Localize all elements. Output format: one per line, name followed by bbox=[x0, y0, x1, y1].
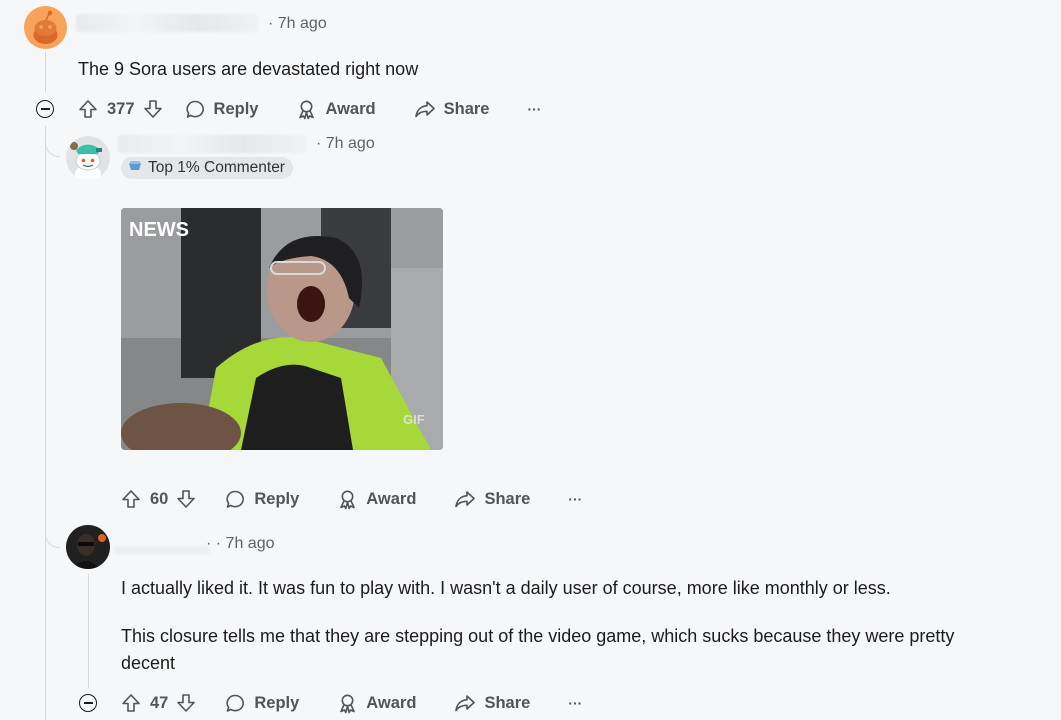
downvote-icon[interactable] bbox=[176, 693, 196, 713]
avatar[interactable] bbox=[24, 6, 67, 49]
downvote-icon[interactable] bbox=[143, 99, 163, 119]
comment-actions: 47 Reply Award Share ··· bbox=[121, 688, 582, 718]
more-dots-icon[interactable]: ··· bbox=[527, 101, 541, 117]
gif-image[interactable]: NEWS GIF bbox=[121, 208, 443, 450]
comment-body: The 9 Sora users are devastated right no… bbox=[78, 59, 419, 79]
vote-count: 60 bbox=[150, 489, 169, 508]
collapse-minus-icon[interactable] bbox=[36, 100, 54, 118]
thread-connector bbox=[45, 134, 60, 157]
comment-actions: 377 Reply Award Share ··· bbox=[78, 94, 541, 124]
upvote-icon[interactable] bbox=[121, 693, 141, 713]
username-redacted[interactable] bbox=[76, 14, 258, 32]
comment-paragraph: This closure tells me that they are step… bbox=[121, 626, 955, 673]
comment-actions: 60 Reply Award Share ··· bbox=[121, 484, 582, 514]
gif-watermark: NEWS bbox=[129, 219, 189, 241]
reply-bubble-icon bbox=[225, 693, 246, 714]
vote-count: 377 bbox=[107, 99, 135, 118]
reply-button[interactable]: Reply bbox=[225, 693, 299, 714]
gif-tag: GIF bbox=[403, 412, 425, 427]
thread-line-main bbox=[45, 52, 46, 92]
username-redacted[interactable] bbox=[118, 135, 306, 153]
downvote-icon[interactable] bbox=[176, 489, 196, 509]
username-redacted[interactable] bbox=[114, 546, 210, 554]
more-dots-icon[interactable]: ··· bbox=[568, 491, 582, 507]
more-dots-icon[interactable]: ··· bbox=[568, 695, 582, 711]
thread-line-reply bbox=[88, 574, 89, 688]
award-button[interactable]: Award bbox=[296, 99, 376, 120]
flair-badge: Top 1% Commenter bbox=[121, 157, 293, 179]
award-button[interactable]: Award bbox=[337, 693, 416, 714]
reply-bubble-icon bbox=[185, 99, 206, 120]
share-button[interactable]: Share bbox=[414, 99, 489, 119]
avatar[interactable] bbox=[66, 525, 110, 569]
upvote-icon[interactable] bbox=[121, 489, 141, 509]
award-icon bbox=[337, 489, 358, 510]
thread-connector bbox=[45, 523, 60, 548]
comment-timestamp: · 7h ago bbox=[268, 15, 327, 32]
comment-timestamp: · · 7h ago bbox=[206, 535, 275, 552]
upvote-icon[interactable] bbox=[78, 99, 98, 119]
award-icon bbox=[296, 99, 317, 120]
share-arrow-icon bbox=[454, 489, 476, 509]
award-icon bbox=[337, 693, 358, 714]
share-button[interactable]: Share bbox=[454, 489, 530, 509]
commenter-badge-icon bbox=[128, 159, 142, 177]
comment-timestamp: · 7h ago bbox=[316, 135, 375, 152]
comment-paragraph: I actually liked it. It was fun to play … bbox=[121, 578, 891, 598]
avatar[interactable] bbox=[66, 136, 110, 180]
reply-bubble-icon bbox=[225, 489, 246, 510]
award-button[interactable]: Award bbox=[337, 489, 416, 510]
share-arrow-icon bbox=[454, 693, 476, 713]
reply-button[interactable]: Reply bbox=[225, 489, 299, 510]
share-arrow-icon bbox=[414, 99, 436, 119]
share-button[interactable]: Share bbox=[454, 693, 530, 713]
collapse-minus-icon[interactable] bbox=[79, 694, 97, 712]
thread-line-main bbox=[45, 126, 46, 720]
vote-count: 47 bbox=[150, 693, 169, 712]
reply-button[interactable]: Reply bbox=[185, 99, 258, 120]
